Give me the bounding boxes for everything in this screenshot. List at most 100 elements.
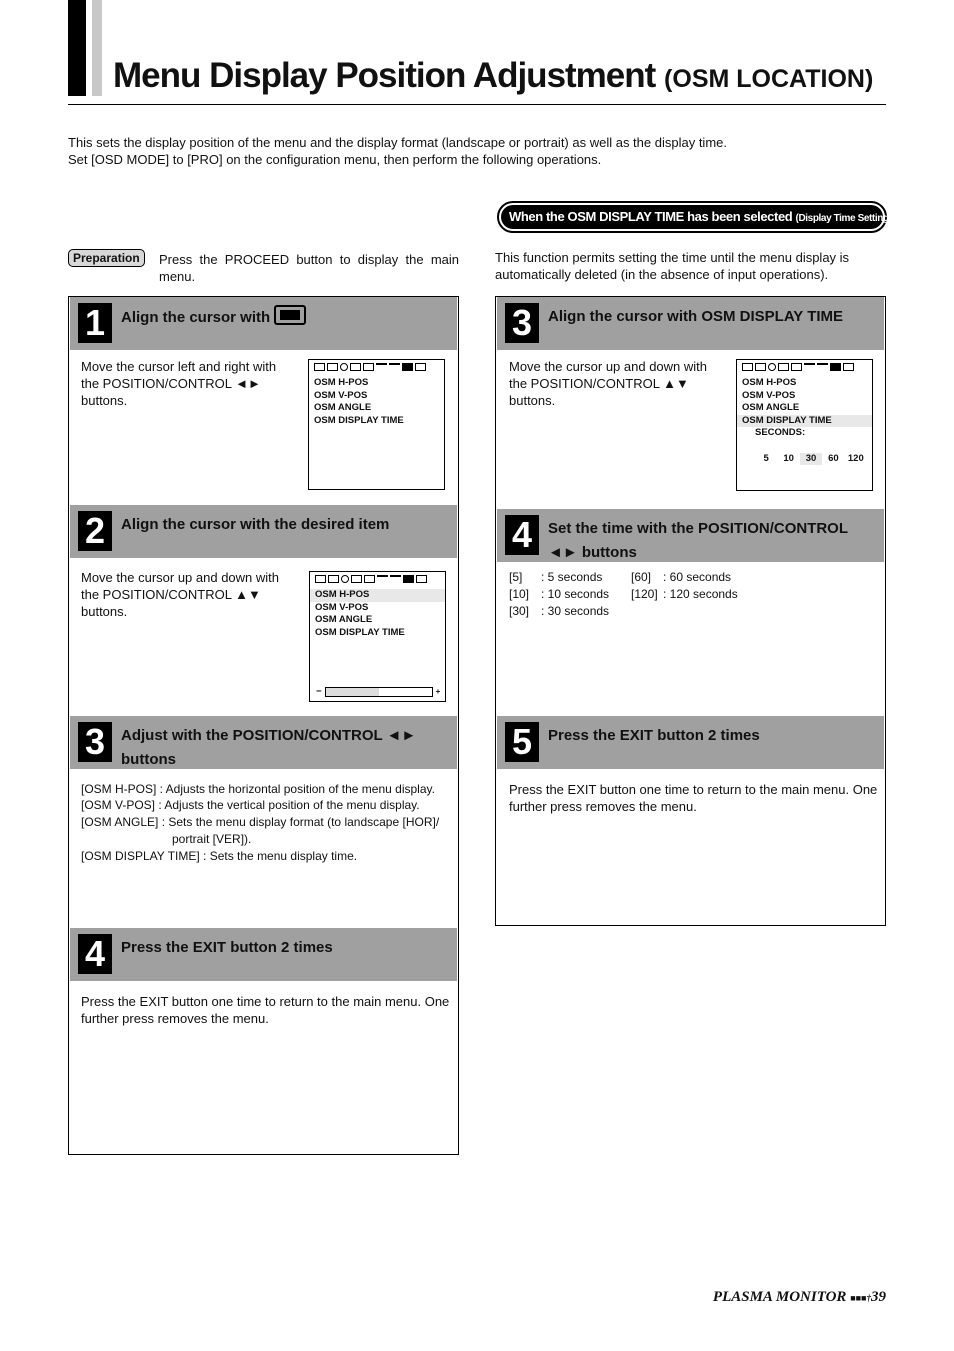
step-body-line: [OSM DISPLAY TIME] : Sets the menu displ… — [81, 849, 358, 863]
osd-item: OSM ANGLE — [314, 402, 372, 413]
step-header: 5 Press the EXIT button 2 times — [497, 716, 884, 769]
right-steps: 3 Align the cursor with OSM DISPLAY TIME … — [495, 296, 886, 926]
step-body: Move the cursor up and down with the POS… — [509, 359, 707, 408]
step-number: 3 — [78, 722, 112, 762]
footer: PLASMA MONITOR ■■■†39 — [713, 1289, 886, 1306]
step-number: 1 — [78, 303, 112, 343]
step-title: Align the cursor with — [121, 305, 447, 330]
osd-slider: − + — [316, 686, 440, 699]
table-cell: [10] — [509, 587, 530, 601]
step-title: Adjust with the POSITION/CONTROL ◄► butt… — [121, 727, 417, 768]
table-cell: : 10 seconds — [541, 587, 610, 601]
step-header: 4 Set the time with the POSITION/CONTROL … — [497, 509, 884, 562]
intro-line: This sets the display position of the me… — [68, 135, 727, 150]
step-header: 2 Align the cursor with the desired item — [70, 505, 457, 558]
title-bar-black — [68, 0, 86, 96]
step-body: Move the cursor up and down with the POS… — [81, 570, 279, 619]
osd-icon-row — [742, 363, 867, 373]
osd-item: OSM V-POS — [742, 389, 796, 401]
step-header: 4 Press the EXIT button 2 times — [70, 928, 457, 981]
step-body-line: [OSM ANGLE] : Sets the menu display form… — [81, 815, 440, 829]
osd-icon-row — [314, 363, 439, 373]
osd-item: OSM ANGLE — [742, 402, 800, 413]
step-title-text: Align the cursor with — [121, 309, 271, 326]
table-cell — [663, 603, 753, 620]
step-body-line: portrait [VER]). — [172, 832, 252, 846]
table-cell — [631, 603, 663, 620]
intro-line: Set [OSD MODE] to [PRO] on the configura… — [68, 152, 602, 167]
osd-item: OSM ANGLE — [315, 614, 373, 625]
step-number: 4 — [78, 934, 112, 974]
step-title: Set the time with the POSITION/CONTROL ◄… — [548, 520, 848, 561]
step-body-line: [OSM H-POS] : Adjusts the horizontal pos… — [81, 782, 435, 796]
step-title: Press the EXIT button 2 times — [548, 727, 760, 744]
osd-icon-row — [315, 575, 440, 585]
slider-fill — [325, 687, 379, 696]
slider-plus: + — [435, 686, 441, 696]
footer-label: PLASMA MONITOR — [712, 1289, 847, 1305]
table-cell: [30] — [509, 604, 530, 618]
seconds-table: [5] : 5 seconds [60] : 60 seconds [10] : 10 s… — [509, 569, 753, 620]
banner-small: (Display Time Setting) — [795, 213, 892, 224]
preparation-text: Press the PROCEED button to display the … — [159, 252, 459, 284]
step-body: Press the EXIT button one time to return… — [509, 782, 878, 814]
step-header: 3 Adjust with the POSITION/CONTROL ◄► but… — [70, 716, 457, 769]
osd-seconds-option: 5 — [763, 452, 769, 464]
osd-item: OSM DISPLAY TIME — [315, 626, 405, 638]
table-cell: [5] — [509, 570, 523, 584]
osd-item-selected: OSM DISPLAY TIME — [737, 414, 872, 427]
table-cell: : 60 seconds — [663, 570, 732, 584]
slider-track — [324, 686, 433, 697]
table-cell: [60] — [631, 570, 652, 584]
step-number: 3 — [505, 303, 539, 343]
step-number: 5 — [505, 722, 539, 762]
left-steps: 1 Align the cursor with Move the cursor l… — [68, 296, 459, 1155]
page-number: 39 — [871, 1289, 886, 1305]
osd-menu: OSM H-POS OSM V-POS OSM ANGLE OSM DISPLAY T… — [736, 359, 873, 491]
step-number: 4 — [505, 515, 539, 555]
divider — [68, 104, 886, 105]
step-body: Move the cursor left and right with the … — [81, 359, 277, 408]
table-cell: : 120 seconds — [663, 587, 738, 601]
footer-squares-icon: ■■■ — [850, 1293, 867, 1303]
osd-menu: OSM H-POS OSM V-POS OSM ANGLE OSM DISPLAY T… — [308, 359, 445, 490]
step-title: Align the cursor with OSM DISPLAY TIME — [548, 308, 844, 325]
table-row: [5] : 5 seconds [60] : 60 seconds — [509, 569, 753, 586]
osd-item: OSM V-POS — [314, 389, 368, 401]
osd-item: OSM H-POS — [742, 377, 797, 388]
osd-item: OSM DISPLAY TIME — [314, 414, 404, 426]
right-intro: This function permits setting the time u… — [495, 250, 850, 282]
step-body: Press the EXIT button one time to return… — [81, 994, 450, 1026]
right-banner: When the OSM DISPLAY TIME has been selec… — [497, 201, 892, 233]
title-sub: (OSM LOCATION) — [664, 65, 874, 93]
osd-seconds-options: 5 10 30 60 120 — [742, 452, 867, 465]
slider-minus: − — [316, 685, 322, 697]
intro: This sets the display position of the me… — [68, 134, 888, 168]
table-cell: : 5 seconds — [541, 570, 603, 584]
title-bar-gray — [92, 0, 102, 96]
osd-menu: OSM H-POS OSM V-POS OSM ANGLE OSM DISPLAY T… — [309, 571, 446, 702]
osd-seconds-option: 120 — [847, 452, 864, 464]
step-title: Press the EXIT button 2 times — [121, 939, 333, 956]
osd-seconds-option: 10 — [783, 452, 794, 464]
table-cell: : 30 seconds — [541, 604, 610, 618]
osd-seconds-label: SECONDS: — [755, 427, 806, 438]
step-header: 3 Align the cursor with OSM DISPLAY TIME — [497, 297, 884, 350]
banner-main: When the OSM DISPLAY TIME has been selec… — [509, 209, 793, 224]
osd-item: OSM H-POS — [314, 377, 369, 388]
table-row: [10] : 10 seconds [120] : 120 seconds — [509, 586, 753, 603]
osd-seconds-option: 60 — [828, 452, 839, 464]
page-title: Menu Display Position Adjustment (OSM LO… — [113, 56, 873, 96]
step-body-line: [OSM V-POS] : Adjusts the vertical posit… — [81, 798, 420, 812]
title-main: Menu Display Position Adjustment — [113, 56, 656, 95]
step-header: 1 Align the cursor with — [70, 297, 457, 350]
table-cell: [120] — [631, 587, 658, 601]
osd-item-selected: OSM H-POS — [310, 589, 445, 602]
monitor-icon — [274, 305, 307, 325]
preparation-badge: Preparation — [68, 249, 145, 267]
table-row: [30] : 30 seconds — [509, 603, 753, 620]
step-number: 2 — [78, 511, 112, 551]
osd-item: OSM V-POS — [315, 601, 369, 613]
osd-seconds-option: 30 — [799, 452, 823, 465]
step-title: Align the cursor with the desired item — [121, 516, 390, 533]
